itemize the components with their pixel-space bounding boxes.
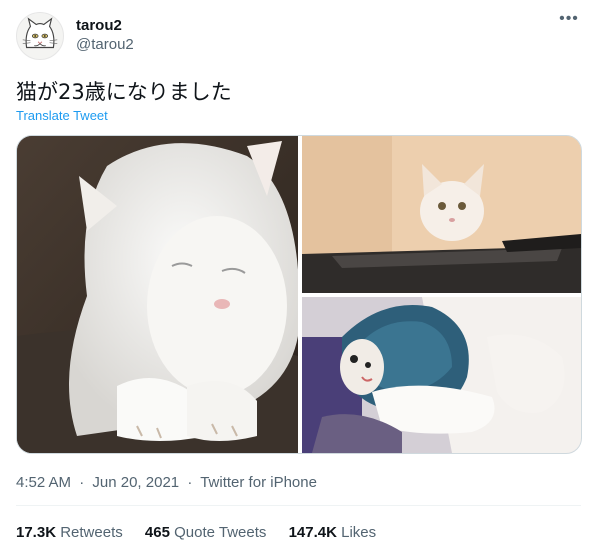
quote-tweets-stat[interactable]: 465 Quote Tweets — [145, 524, 271, 541]
user-handle[interactable]: @tarou2 — [76, 35, 134, 55]
quote-tweets-count: 465 — [144, 524, 170, 541]
tweet-header: tarou2 @tarou2 ••• — [16, 10, 581, 60]
tweet-metadata: 4:52 AM · Jun 20, 2021 · Twitter for iPh… — [16, 473, 317, 493]
media-grid — [16, 135, 582, 454]
tweet-date[interactable]: Jun 20, 2021 — [92, 474, 179, 491]
quote-tweets-label: Quote Tweets — [174, 524, 267, 541]
likes-label: Likes — [341, 524, 377, 541]
cat-photo-1[interactable] — [17, 136, 298, 453]
more-horizontal-icon: ••• — [559, 10, 579, 27]
translate-tweet-link[interactable]: Translate Tweet — [16, 108, 108, 124]
separator-dot: · — [187, 474, 193, 491]
more-options-button[interactable]: ••• — [557, 10, 581, 32]
avatar[interactable] — [16, 12, 64, 60]
likes-count: 147.4K — [288, 524, 337, 541]
retweets-label: Retweets — [60, 524, 123, 541]
display-name[interactable]: tarou2 — [76, 16, 134, 35]
likes-stat[interactable]: 147.4K Likes — [289, 524, 377, 541]
tweet-source[interactable]: Twitter for iPhone — [200, 474, 317, 491]
tweet-text: 猫が23歳になりました — [16, 80, 232, 104]
cat-photo-2[interactable] — [302, 136, 581, 293]
separator-dot: · — [79, 474, 85, 491]
cat-photo-3[interactable] — [302, 297, 581, 453]
tweet-time[interactable]: 4:52 AM — [16, 474, 71, 491]
retweets-stat[interactable]: 17.3K Retweets — [16, 524, 127, 541]
author-names: tarou2 @tarou2 — [76, 16, 134, 55]
retweets-count: 17.3K — [16, 524, 57, 541]
tweet-stats: 17.3K Retweets 465 Quote Tweets 147.4K L… — [16, 523, 394, 543]
divider — [16, 505, 581, 506]
